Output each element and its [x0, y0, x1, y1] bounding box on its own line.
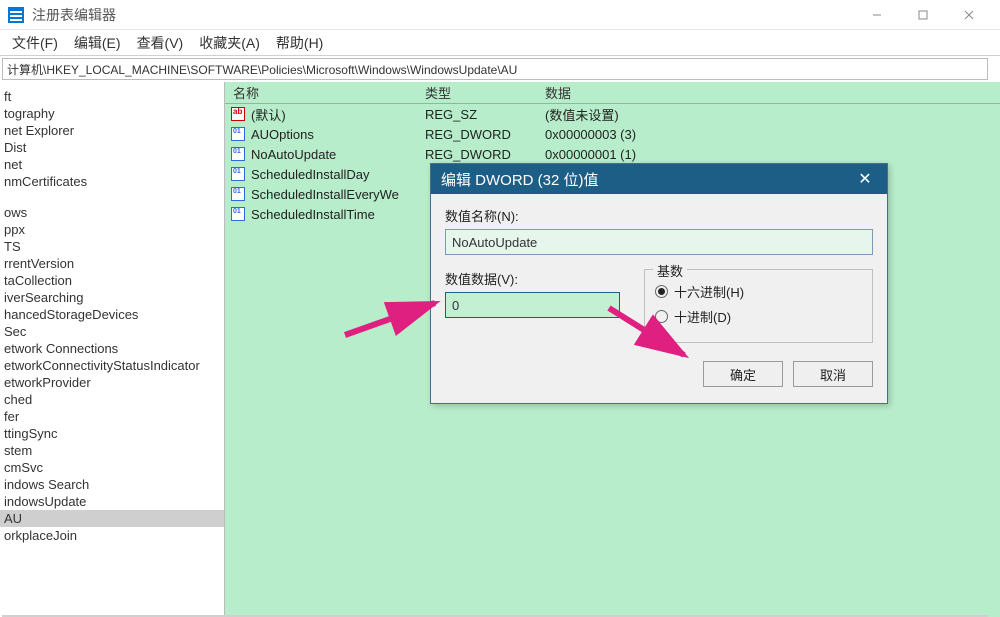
tree-item[interactable]: cmSvc: [0, 459, 224, 476]
menu-favorites[interactable]: 收藏夹(A): [191, 30, 268, 56]
tree-item[interactable]: etworkProvider: [0, 374, 224, 391]
column-header-data[interactable]: 数据: [545, 83, 1000, 102]
value-data-label: 数值数据(V):: [445, 269, 620, 288]
tree-item[interactable]: net Explorer: [0, 122, 224, 139]
window-title: 注册表编辑器: [32, 5, 854, 25]
tree-item[interactable]: fer: [0, 408, 224, 425]
tree-item[interactable]: ched: [0, 391, 224, 408]
dword-value-icon: [231, 187, 245, 201]
value-data: 0x00000003 (3): [545, 127, 1000, 142]
tree-item[interactable]: Sec: [0, 323, 224, 340]
tree-item[interactable]: iverSearching: [0, 289, 224, 306]
value-data: 0x00000001 (1): [545, 147, 1000, 162]
base-legend: 基数: [653, 261, 687, 280]
tree-item[interactable]: ttingSync: [0, 425, 224, 442]
value-row[interactable]: NoAutoUpdate REG_DWORD0x00000001 (1): [225, 144, 1000, 164]
value-name-input[interactable]: [445, 229, 873, 255]
dword-value-icon: [231, 147, 245, 161]
dword-value-icon: [231, 127, 245, 141]
titlebar: 注册表编辑器: [0, 0, 1000, 30]
value-name: AUOptions: [251, 127, 314, 142]
value-name: ScheduledInstallDay: [251, 167, 370, 182]
ok-button[interactable]: 确定: [703, 361, 783, 387]
dialog-titlebar[interactable]: 编辑 DWORD (32 位)值 ✕: [431, 164, 887, 194]
dialog-body: 数值名称(N): 数值数据(V): 基数 十六进制(H) 十进制(D): [431, 194, 887, 403]
tree-item[interactable]: nmCertificates: [0, 173, 224, 190]
annotation-arrow-right: [604, 300, 704, 370]
tree-item[interactable]: ppx: [0, 221, 224, 238]
tree-item[interactable]: ft: [0, 88, 224, 105]
value-row[interactable]: (默认) REG_SZ(数值未设置): [225, 104, 1000, 124]
dialog-close-button[interactable]: ✕: [853, 169, 877, 189]
tree-item[interactable]: taCollection: [0, 272, 224, 289]
maximize-button[interactable]: [900, 1, 946, 29]
tree-item[interactable]: Dist: [0, 139, 224, 156]
radio-hex-row[interactable]: 十六进制(H): [655, 282, 862, 301]
regedit-app-icon: [8, 7, 24, 23]
menu-edit[interactable]: 编辑(E): [66, 30, 129, 56]
column-header-name[interactable]: 名称: [225, 83, 425, 102]
cancel-button[interactable]: 取消: [793, 361, 873, 387]
string-value-icon: [231, 107, 245, 121]
value-list-header: 名称 类型 数据: [225, 82, 1000, 104]
tree-item[interactable]: ows: [0, 204, 224, 221]
dword-value-icon: [231, 167, 245, 181]
tree-item[interactable]: etwork Connections: [0, 340, 224, 357]
tree-item[interactable]: AU: [0, 510, 224, 527]
menubar: 文件(F) 编辑(E) 查看(V) 收藏夹(A) 帮助(H): [0, 30, 1000, 56]
tree-item[interactable]: TS: [0, 238, 224, 255]
value-data: (数值未设置): [545, 105, 1000, 124]
annotation-arrow-left: [340, 295, 450, 345]
value-type: REG_DWORD: [425, 127, 545, 142]
tree-item[interactable]: orkplaceJoin: [0, 527, 224, 544]
radio-hex[interactable]: [655, 285, 668, 298]
dialog-title: 编辑 DWORD (32 位)值: [441, 169, 599, 190]
value-row[interactable]: AUOptions REG_DWORD0x00000003 (3): [225, 124, 1000, 144]
dword-value-icon: [231, 207, 245, 221]
address-bar[interactable]: 计算机\HKEY_LOCAL_MACHINE\SOFTWARE\Policies…: [2, 58, 988, 80]
value-type: REG_DWORD: [425, 147, 545, 162]
menu-help[interactable]: 帮助(H): [268, 30, 331, 56]
tree-item[interactable]: hancedStorageDevices: [0, 306, 224, 323]
value-name-label: 数值名称(N):: [445, 206, 873, 225]
value-name: ScheduledInstallTime: [251, 207, 375, 222]
tree-item[interactable]: indowsUpdate: [0, 493, 224, 510]
minimize-button[interactable]: [854, 1, 900, 29]
tree-item[interactable]: etworkConnectivityStatusIndicator: [0, 357, 224, 374]
value-name: ScheduledInstallEveryWe: [251, 187, 399, 202]
value-name: NoAutoUpdate: [251, 147, 336, 162]
radio-hex-label: 十六进制(H): [674, 282, 744, 301]
value-data-input[interactable]: [445, 292, 620, 318]
tree-item[interactable]: tography: [0, 105, 224, 122]
tree-item[interactable]: stem: [0, 442, 224, 459]
menu-file[interactable]: 文件(F): [4, 30, 66, 56]
tree-item[interactable]: rrentVersion: [0, 255, 224, 272]
column-header-type[interactable]: 类型: [425, 83, 545, 102]
close-button[interactable]: [946, 1, 992, 29]
value-name: (默认): [251, 105, 286, 124]
key-tree[interactable]: fttographynet ExplorerDistnetnmCertifica…: [0, 82, 225, 617]
value-type: REG_SZ: [425, 107, 545, 122]
tree-item[interactable]: net: [0, 156, 224, 173]
tree-item[interactable]: indows Search: [0, 476, 224, 493]
menu-view[interactable]: 查看(V): [129, 30, 192, 56]
